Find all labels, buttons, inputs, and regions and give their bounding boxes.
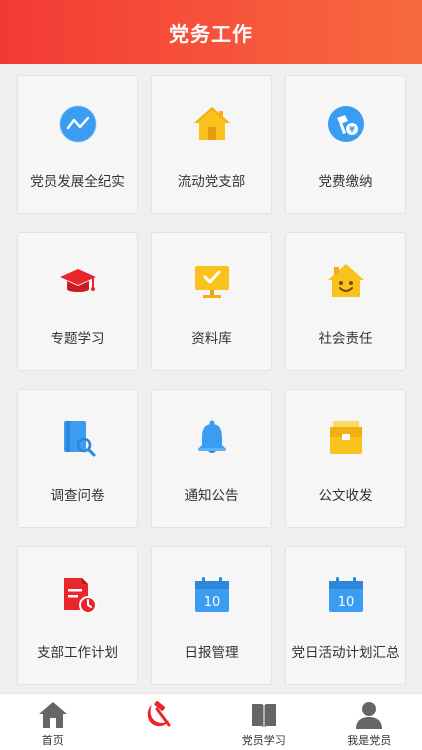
calendar-number: 10 [203,595,220,610]
menu-tile-label: 专题学习 [50,331,105,347]
app-screen: 党务工作 党员发展全纪实 流动党支部 ¥ 党费缴纳 专题学习 资料库 社会责任 … [0,0,422,750]
page-title: 党务工作 [169,21,253,46]
menu-tile-label: 调查问卷 [50,488,105,504]
calendar-10-icon: 10 [326,575,366,615]
home-icon [38,700,68,730]
menu-tile-label: 支部工作计划 [37,645,118,661]
menu-tile-topic-study[interactable]: 专题学习 [17,232,138,371]
tab-party[interactable] [106,694,212,750]
graduation-cap-icon [58,261,98,301]
book-icon [249,700,279,730]
menu-tile-label: 党日活动计划汇总 [291,645,400,661]
menu-tile-document-exchange[interactable]: 公文收发 [285,389,406,528]
plan-document-clock-icon [58,575,98,615]
menu-tile-party-day-plan-summary[interactable]: 10 党日活动计划汇总 [285,546,406,685]
menu-tile-label: 流动党支部 [177,174,246,190]
briefcase-icon [326,418,366,458]
menu-tile-label: 公文收发 [318,488,373,504]
menu-tile-daily-report[interactable]: 10 日报管理 [151,546,272,685]
menu-grid: 党员发展全纪实 流动党支部 ¥ 党费缴纳 专题学习 资料库 社会责任 调查问卷 … [17,75,406,685]
header-bar: 党务工作 [0,0,422,64]
tab-label: 党员学习 [241,734,286,747]
menu-tile-label: 通知公告 [184,488,239,504]
tab-member-study[interactable]: 党员学习 [211,694,317,750]
menu-tile-social-responsibility[interactable]: 社会责任 [285,232,406,371]
menu-tile-notice[interactable]: 通知公告 [151,389,272,528]
menu-tile-mobile-branch[interactable]: 流动党支部 [151,75,272,214]
menu-tile-label: 日报管理 [184,645,239,661]
party-fee-icon: ¥ [326,104,366,144]
svg-text:¥: ¥ [349,125,355,134]
menu-tile-party-fee[interactable]: ¥ 党费缴纳 [285,75,406,214]
menu-tile-library[interactable]: 资料库 [151,232,272,371]
menu-tile-branch-plan[interactable]: 支部工作计划 [17,546,138,685]
bottom-tab-bar: 首页 党员学习 我是党员 [0,693,422,750]
menu-tile-member-development[interactable]: 党员发展全纪实 [17,75,138,214]
user-icon [354,700,384,730]
menu-tile-label: 党员发展全纪实 [30,174,125,190]
bell-icon [192,418,232,458]
tab-home[interactable]: 首页 [0,694,106,750]
house-icon [192,104,232,144]
calendar-10-icon: 10 [192,575,232,615]
monitor-check-icon [192,261,232,301]
smiling-house-icon [326,261,366,301]
document-search-icon [58,418,98,458]
calendar-number: 10 [337,595,354,610]
tab-label: 我是党员 [347,734,392,747]
menu-tile-label: 社会责任 [318,331,373,347]
menu-tile-label: 党费缴纳 [318,174,373,190]
tab-label: 首页 [41,734,64,747]
trend-chart-icon [58,104,98,144]
tab-i-am-member[interactable]: 我是党员 [317,694,422,750]
menu-tile-survey[interactable]: 调查问卷 [17,389,138,528]
hammer-sickle-icon [143,700,173,730]
menu-tile-label: 资料库 [191,331,232,347]
